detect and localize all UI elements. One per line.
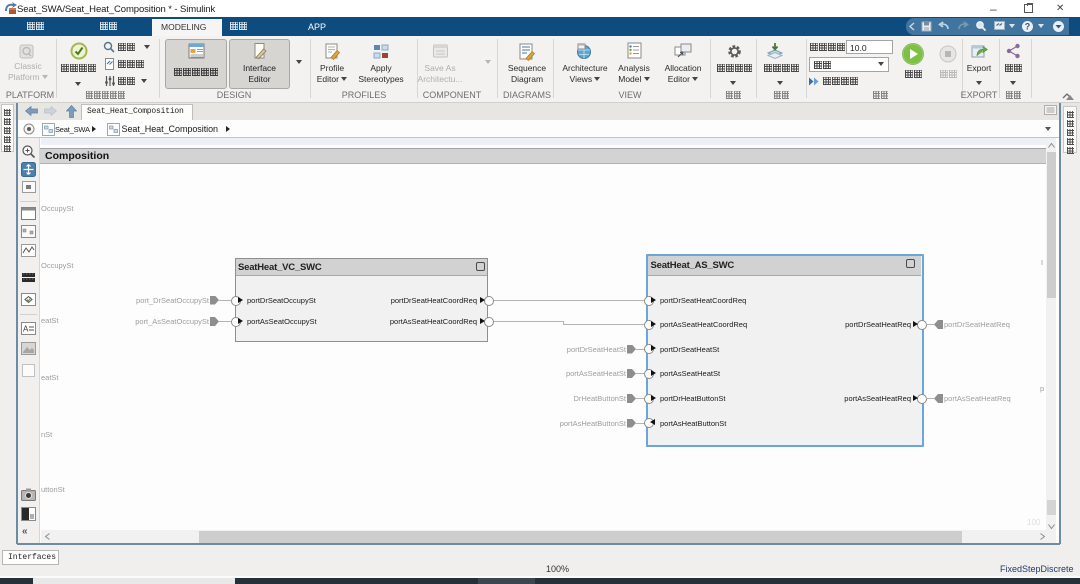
svg-text:?: ? — [1025, 22, 1031, 32]
svg-text:A: A — [23, 325, 29, 334]
